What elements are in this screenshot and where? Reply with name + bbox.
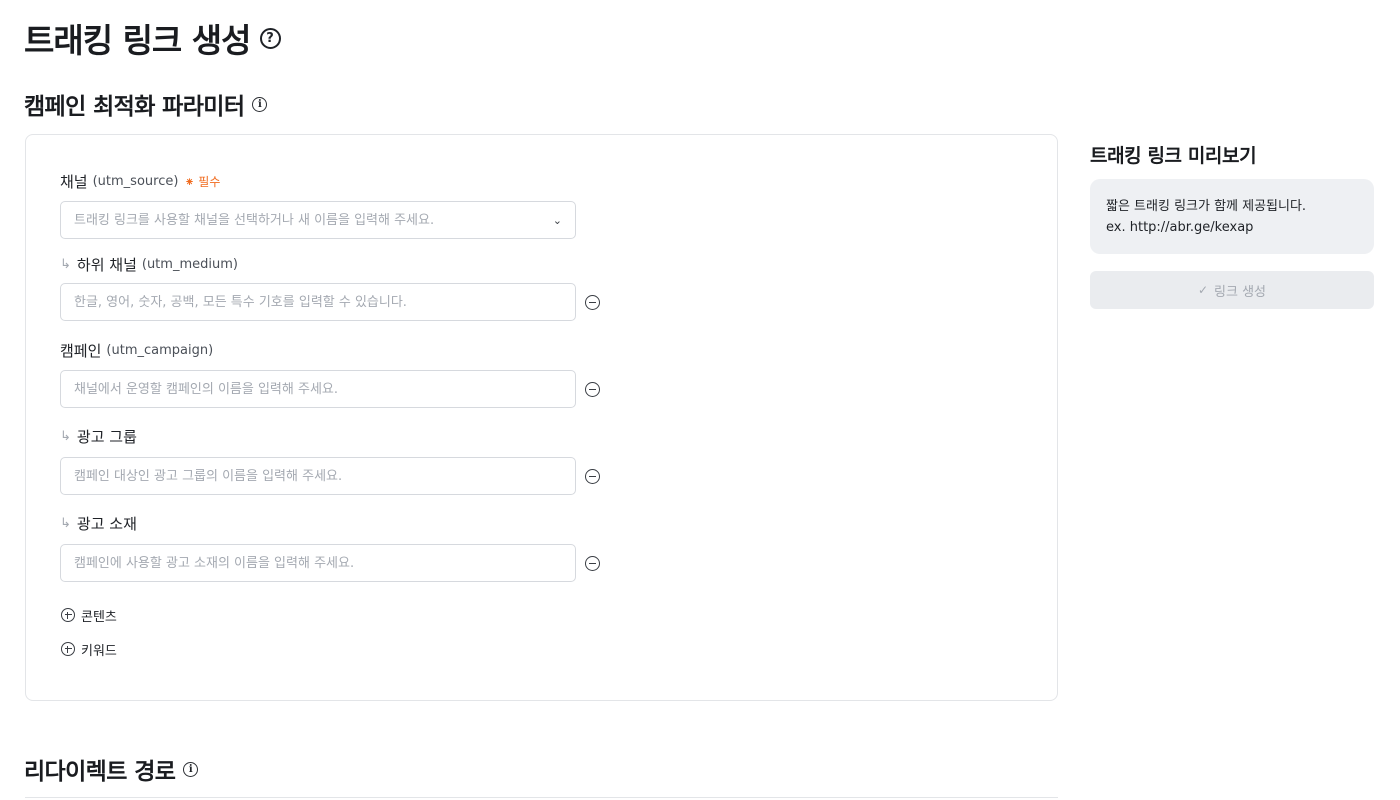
required-badge: ⁕ 필수 [184,174,221,189]
campaign-label-text: 캠페인 [60,341,102,360]
sub-channel-label: ↳ 하위 채널 (utm_medium) [60,253,238,275]
chevron-down-icon[interactable]: ⌄ [553,214,562,227]
page-title: 트래킹 링크 생성 [24,21,251,60]
channel-param: (utm_source) [92,173,179,189]
channel-label-text: 채널 [60,172,88,191]
sub-arrow-icon: ↳ [60,256,71,272]
sub-channel-param: (utm_medium) [141,256,238,272]
ad-creative-field[interactable] [60,544,576,582]
channel-label: 채널 (utm_source) ⁕ 필수 [60,170,220,192]
preview-description: 짧은 트래킹 링크가 함께 제공됩니다. [1106,199,1307,214]
ad-group-label: ↳ 광고 그룹 [60,425,137,447]
sub-channel-label-text: 하위 채널 [76,255,137,274]
remove-ad-creative-icon[interactable] [585,556,600,571]
remove-ad-group-icon[interactable] [585,469,600,484]
ad-group-label-text: 광고 그룹 [76,427,137,446]
campaign-section-title: 캠페인 최적화 파라미터 [24,94,245,120]
info-icon[interactable]: i [183,761,199,777]
sub-arrow-icon: ↳ [60,428,71,444]
check-icon: ✓ [1197,283,1209,297]
ad-creative-input[interactable] [74,555,562,571]
campaign-section-header: 캠페인 최적화 파라미터 i [24,88,268,120]
campaign-label: 캠페인 (utm_campaign) [60,339,213,361]
redirect-section-header: 리다이렉트 경로 i [24,753,199,785]
remove-sub-channel-icon[interactable] [585,295,600,310]
preview-example-link: ex. http://abr.ge/kexap [1106,220,1254,235]
remove-campaign-icon[interactable] [585,382,600,397]
channel-input[interactable] [74,212,545,228]
ad-creative-label: ↳ 광고 소재 [60,512,137,534]
add-keyword-label: 키워드 [81,643,117,659]
ad-group-field[interactable] [60,457,576,495]
ad-creative-label-text: 광고 소재 [76,514,137,533]
plus-circle-icon [61,608,75,622]
preview-box: 짧은 트래킹 링크가 함께 제공됩니다. ex. http://abr.ge/k… [1090,179,1374,254]
preview-title: 트래킹 링크 미리보기 [1090,145,1257,167]
add-content-button[interactable]: 콘텐츠 [61,606,117,625]
create-link-label: 링크 생성 [1214,284,1267,300]
redirect-section-title: 리다이렉트 경로 [24,759,176,785]
campaign-field[interactable] [60,370,576,408]
redirect-card-edge [25,797,1058,798]
campaign-param: (utm_campaign) [106,342,214,358]
info-icon[interactable]: i [252,96,268,112]
add-keyword-button[interactable]: 키워드 [61,640,117,659]
add-content-label: 콘텐츠 [81,609,117,625]
create-link-button[interactable]: ✓ 링크 생성 [1090,271,1374,309]
sub-arrow-icon: ↳ [60,515,71,531]
sub-channel-input[interactable] [74,294,562,310]
plus-circle-icon [61,642,75,656]
campaign-input[interactable] [74,381,562,397]
page-header: 트래킹 링크 생성 ? [24,16,281,60]
channel-select[interactable]: ⌄ [60,201,576,239]
ad-group-input[interactable] [74,468,562,484]
help-icon[interactable]: ? [259,27,281,49]
sub-channel-field[interactable] [60,283,576,321]
